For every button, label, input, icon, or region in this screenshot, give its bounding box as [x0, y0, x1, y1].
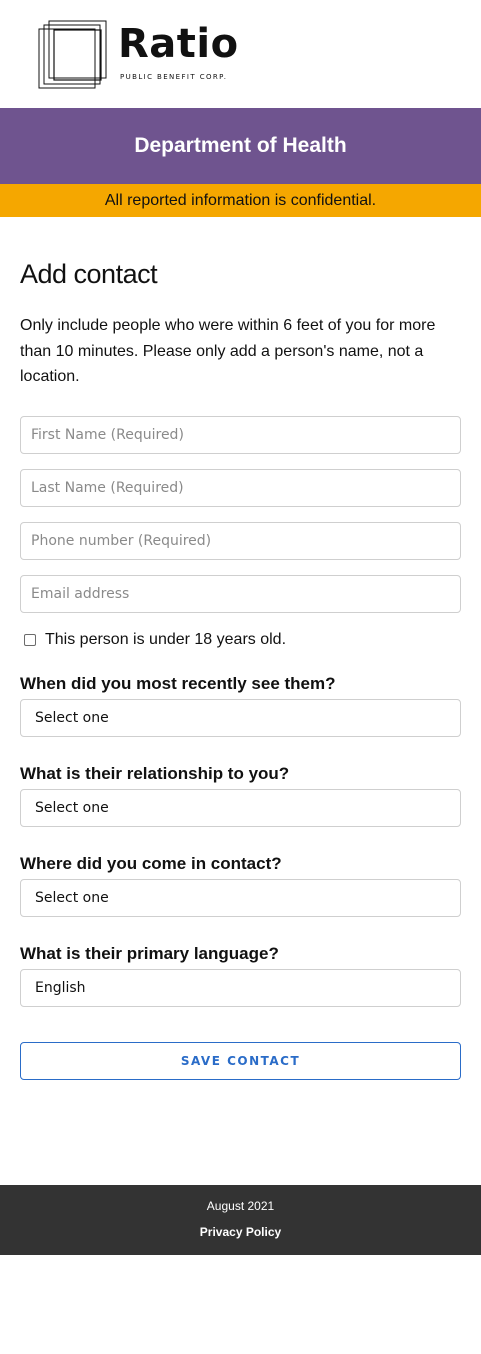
save-contact-button[interactable]: SAVE CONTACT: [20, 1042, 461, 1080]
last-name-input[interactable]: [20, 469, 461, 507]
first-name-input[interactable]: [20, 416, 461, 454]
last-seen-select[interactable]: Select one: [20, 699, 461, 737]
confidential-notice: All reported information is confidential…: [0, 184, 481, 217]
footer: August 2021 Privacy Policy: [0, 1185, 481, 1255]
logo-header: Ratio PUBLIC BENEFIT CORP.: [0, 0, 481, 108]
notice-text: All reported information is confidential…: [104, 191, 377, 209]
footer-date: August 2021: [206, 1199, 275, 1213]
under-18-label[interactable]: This person is under 18 years old.: [45, 630, 286, 650]
department-title: Department of Health: [134, 134, 347, 157]
language-question: What is their primary language?: [20, 944, 279, 963]
relationship-select[interactable]: Select one: [20, 789, 461, 827]
contact-location-question: Where did you come in contact?: [20, 854, 282, 873]
contact-location-select[interactable]: Select one: [20, 879, 461, 917]
under-18-row[interactable]: This person is under 18 years old.: [24, 630, 286, 650]
brand-name: Ratio: [118, 21, 239, 67]
ratio-logo-icon: [38, 20, 107, 89]
relationship-question: What is their relationship to you?: [20, 764, 290, 783]
privacy-policy-link[interactable]: Privacy Policy: [0, 1224, 481, 1240]
language-select-value: English: [35, 980, 86, 996]
phone-input[interactable]: [20, 522, 461, 560]
form-instructions: Only include people who were within 6 fe…: [20, 317, 436, 385]
contact-location-select-value: Select one: [35, 890, 109, 906]
page-title: Add contact: [20, 259, 158, 289]
under-18-checkbox[interactable]: [24, 634, 36, 646]
last-seen-question: When did you most recently see them?: [20, 674, 336, 693]
relationship-select-value: Select one: [35, 800, 109, 816]
brand-tagline: PUBLIC BENEFIT CORP.: [120, 73, 228, 81]
department-banner: Department of Health: [0, 108, 481, 184]
page: Ratio PUBLIC BENEFIT CORP. Department of…: [0, 0, 481, 1354]
language-select[interactable]: English: [20, 969, 461, 1007]
last-seen-select-value: Select one: [35, 710, 109, 726]
email-input[interactable]: [20, 575, 461, 613]
